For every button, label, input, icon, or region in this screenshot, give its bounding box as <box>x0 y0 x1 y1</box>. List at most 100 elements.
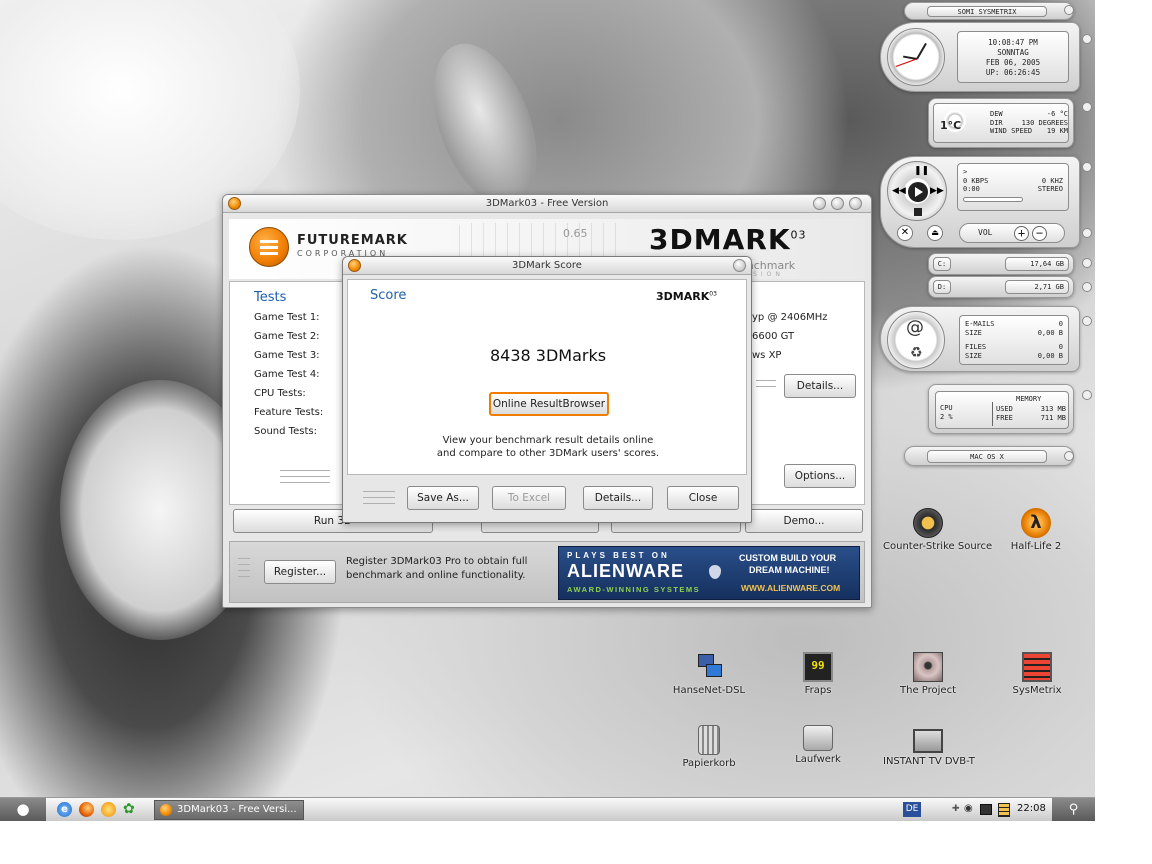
player-progress-bar[interactable] <box>963 196 1023 202</box>
maximize-icon[interactable] <box>831 197 844 210</box>
cpu-label: CPU <box>940 404 953 412</box>
emails-size-value: 0,00 B <box>1037 328 1063 337</box>
options-button[interactable]: Options... <box>784 464 856 488</box>
close-button[interactable]: Close <box>667 486 739 510</box>
dialog-close-icon[interactable] <box>733 259 746 272</box>
dir-value: 130 DEGREES <box>1021 118 1068 127</box>
forward-icon[interactable]: ▶▶ <box>930 186 944 196</box>
grip-lines <box>756 380 776 381</box>
score-desc-1: View your benchmark result details onlin… <box>442 435 654 446</box>
grip-lines <box>363 497 395 498</box>
main-window-titlebar[interactable]: 3DMark03 - Free Version <box>223 195 871 213</box>
play-icon[interactable] <box>908 182 928 202</box>
register-button[interactable]: Register... <box>264 560 336 584</box>
emails-value: 0 <box>1058 320 1063 328</box>
ad-custom-2: DREAM MACHINE! <box>749 565 830 575</box>
mail-at-icon[interactable]: @ ♻ <box>887 311 945 369</box>
player-kbps: 0 KBPS <box>963 176 989 185</box>
window-menu-icon[interactable] <box>228 197 241 210</box>
apple-menu-icon[interactable]: ● <box>0 798 46 821</box>
ad-url: WWW.ALIENWARE.COM <box>741 583 841 593</box>
score-dialog-titlebar[interactable]: 3DMark Score <box>343 257 751 275</box>
desktop-icon-counter-strike[interactable]: Counter-Strike Source <box>883 508 993 552</box>
icon-label: INSTANT TV DVB-T <box>883 756 975 767</box>
desktop-icon-sysmetrix[interactable]: SysMetrix <box>992 652 1082 696</box>
task-3dmark-icon <box>160 804 172 816</box>
dialog-menu-icon[interactable] <box>348 259 361 272</box>
test-label: Sound Tests: <box>254 426 317 437</box>
fraps-icon: 99 <box>803 652 833 682</box>
widget-day: SONNTAG <box>997 48 1029 57</box>
trash-icon <box>698 725 720 755</box>
player-khz: 0 KHZ <box>1041 176 1063 185</box>
score-heading: Score <box>370 288 407 303</box>
desktop-icon-laufwerk[interactable]: Laufwerk <box>773 725 863 765</box>
main-window-title: 3DMark03 - Free Version <box>485 198 609 209</box>
tv-icon <box>913 729 943 753</box>
widget-ring <box>1064 5 1074 15</box>
desktop-icon-the-project[interactable]: The Project <box>883 652 973 696</box>
details-score-button[interactable]: Details... <box>583 486 653 510</box>
tray-network-icon[interactable]: ✚ <box>952 804 960 814</box>
register-bar: Register... Register 3DMark03 Pro to obt… <box>229 541 865 603</box>
alienware-ad[interactable]: PLAYS BEST ON ALIENWARE AWARD-WINNING SY… <box>558 546 860 600</box>
tray-sysmetrix-icon[interactable] <box>998 803 1010 817</box>
desktop-icon-fraps[interactable]: 99 Fraps <box>773 652 863 696</box>
weather-temp: 1°C <box>940 119 962 132</box>
taskbar: ● e ✿ 3DMark03 - Free Versi... DE ✚ ◉ 22… <box>0 797 1095 821</box>
counter-strike-icon <box>913 508 943 538</box>
desktop-icon-instant-tv[interactable]: INSTANT TV DVB-T <box>883 725 975 767</box>
desktop-icon-half-life[interactable]: λ Half-Life 2 <box>991 508 1081 552</box>
media-control-ring[interactable]: ❚❚ ◀◀ ▶▶ <box>887 161 947 221</box>
tray-monitor-icon[interactable] <box>980 804 992 815</box>
analog-clock-icon <box>887 28 945 86</box>
details-button[interactable]: Details... <box>784 374 856 398</box>
quicklaunch-icq-icon[interactable]: ✿ <box>123 801 135 817</box>
product-name: 3DMARK <box>649 223 791 256</box>
desktop-icon-hansenet[interactable]: HanseNet-DSL <box>664 652 754 696</box>
online-resultbrowser-button[interactable]: Online ResultBrowser <box>489 392 609 416</box>
quicklaunch-player-icon[interactable] <box>101 802 116 817</box>
taskbar-task-3dmark[interactable]: 3DMark03 - Free Versi... <box>154 800 304 820</box>
to-excel-button[interactable]: To Excel <box>492 486 566 510</box>
eject-close-icon[interactable]: ✕ <box>897 225 913 241</box>
widget-uptime: UP: 06:26:45 <box>985 68 1041 77</box>
grip-lines <box>238 570 250 571</box>
volume-down-icon[interactable]: − <box>1032 226 1047 241</box>
pause-icon[interactable]: ❚❚ <box>914 166 929 176</box>
grip-lines <box>238 558 250 559</box>
mem-used-label: USED <box>996 405 1013 413</box>
demo-button[interactable]: Demo... <box>745 509 863 533</box>
player-time: 0:00 <box>963 185 980 193</box>
ad-brand: ALIENWARE <box>567 561 684 581</box>
desktop-icon-papierkorb[interactable]: Papierkorb <box>664 725 754 769</box>
ad-bottom: AWARD-WINNING SYSTEMS <box>567 585 701 594</box>
widget-ring <box>1082 258 1092 268</box>
tray-eye-icon[interactable]: ◉ <box>964 803 973 814</box>
icon-label: Counter-Strike Source <box>883 541 993 552</box>
half-life-icon: λ <box>1021 508 1051 538</box>
icon-label: HanseNet-DSL <box>672 685 746 696</box>
grip-lines <box>363 491 395 492</box>
quicklaunch-firefox-icon[interactable] <box>79 802 94 817</box>
minimize-icon[interactable] <box>813 197 826 210</box>
spotlight-search-icon[interactable]: ⚲ <box>1052 798 1095 821</box>
volume-up-icon[interactable]: + <box>1014 226 1029 241</box>
ad-top: PLAYS BEST ON <box>567 551 670 560</box>
save-as-button[interactable]: Save As... <box>407 486 479 510</box>
language-indicator[interactable]: DE <box>903 802 921 817</box>
quicklaunch-ie-icon[interactable]: e <box>57 802 72 817</box>
taskbar-clock[interactable]: 22:08 <box>1017 803 1046 814</box>
close-icon[interactable] <box>849 197 862 210</box>
drive-c-value: 17,64 GB <box>1005 257 1069 271</box>
widget-ring <box>1064 451 1074 461</box>
test-label: CPU Tests: <box>254 388 306 399</box>
grip-lines <box>238 576 250 577</box>
score-dialog: 3DMark Score Score 3DMARK03 8438 3DMarks… <box>342 256 752 523</box>
rewind-icon[interactable]: ◀◀ <box>892 186 906 196</box>
widget-ring <box>1082 282 1092 292</box>
stop-icon[interactable] <box>914 208 922 216</box>
product-logo: 3DMARK03 <box>649 223 807 256</box>
test-label: Feature Tests: <box>254 407 324 418</box>
eject-icon[interactable]: ⏏ <box>927 225 943 241</box>
